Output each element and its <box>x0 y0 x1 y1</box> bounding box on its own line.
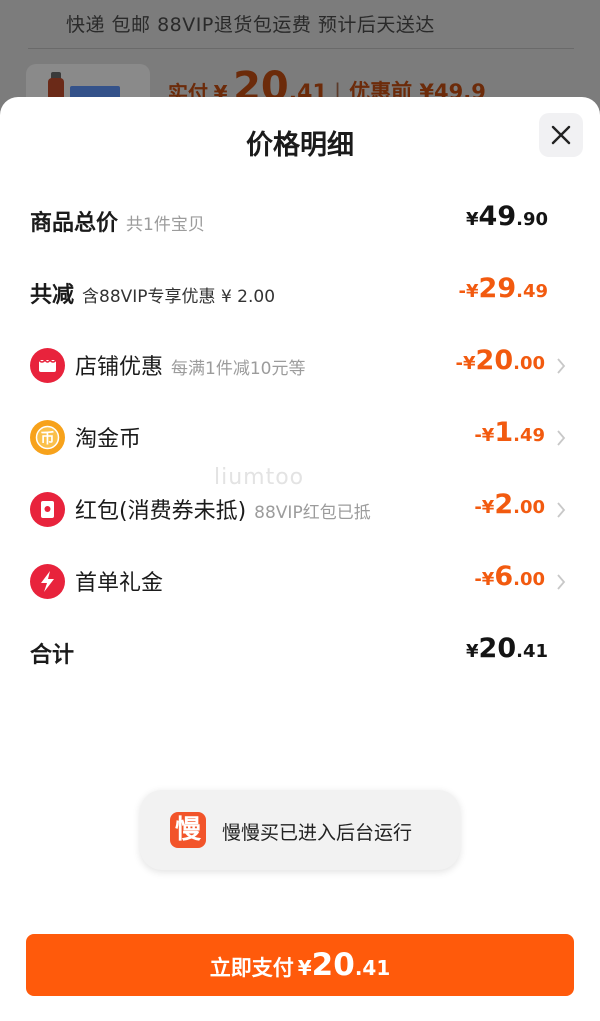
row-title: 淘金币 <box>75 421 149 453</box>
row-taojinbi[interactable]: 币 淘金币 -¥1.49 <box>0 413 600 463</box>
chevron-right-icon <box>557 430 566 446</box>
row-amount: -¥6.00 <box>474 561 545 592</box>
amount-int: 6 <box>494 561 514 592</box>
amount-int: 1 <box>494 417 514 448</box>
background-running-toast: 慢 慢慢买已进入后台运行 <box>140 790 460 870</box>
row-title: 首单礼金 <box>75 565 171 597</box>
row-red-packet[interactable]: 红包(消费券未抵) 88VIP红包已抵 -¥2.00 <box>0 485 600 535</box>
currency: -¥ <box>455 353 476 374</box>
amount-dec: .90 <box>516 209 548 230</box>
amount-int: 20 <box>475 345 514 376</box>
currency: -¥ <box>458 281 479 302</box>
pay-now-button[interactable]: 立即支付 ¥20.41 <box>26 934 574 996</box>
row-title-text: 淘金币 <box>75 427 142 452</box>
row-grand-total: 合计 ¥20.41 <box>0 629 600 679</box>
row-shop-discount[interactable]: 店铺优惠 每满1件减10元等 -¥20.00 <box>0 341 600 391</box>
toast-message: 慢慢买已进入后台运行 <box>222 822 413 844</box>
row-title: 红包(消费券未抵) 88VIP红包已抵 <box>75 493 371 525</box>
amount-int: 29 <box>478 273 517 304</box>
amount-dec: .49 <box>513 425 545 446</box>
row-sub: 共1件宝贝 <box>126 215 205 235</box>
currency: ¥ <box>466 209 479 230</box>
lightning-icon <box>30 564 65 599</box>
amount-dec: .00 <box>513 497 545 518</box>
row-title: 共减 含88VIP专享优惠 ¥ 2.00 <box>30 277 275 309</box>
amount-int: 49 <box>478 201 517 232</box>
row-title: 商品总价 共1件宝贝 <box>30 205 205 237</box>
row-title-text: 共减 <box>30 283 75 308</box>
row-amount: -¥1.49 <box>474 417 545 448</box>
red-packet-icon <box>30 492 65 527</box>
manmanmai-app-icon: 慢 <box>170 812 206 848</box>
chevron-right-icon <box>557 358 566 374</box>
currency: ¥ <box>466 641 479 662</box>
chevron-right-icon <box>557 574 566 590</box>
amount-dec: .49 <box>516 281 548 302</box>
amount-int: 2 <box>494 489 514 520</box>
amount-dec: .00 <box>513 353 545 374</box>
amount-dec: .00 <box>513 569 545 590</box>
row-title-text: 合计 <box>30 643 75 668</box>
shipping-info: 快递 包邮 88VIP退货包运费 预计后天送达 <box>66 14 435 36</box>
svg-text:币: 币 <box>41 431 55 447</box>
pay-button-int: 20 <box>311 947 355 983</box>
row-title-text: 红包(消费券未抵) <box>75 499 247 524</box>
row-amount: -¥20.00 <box>456 345 545 376</box>
pay-button-currency: ¥ <box>297 956 312 980</box>
row-title-text: 商品总价 <box>30 211 119 236</box>
sheet-title: 价格明细 <box>246 130 354 161</box>
row-sub: 含88VIP专享优惠 ¥ 2.00 <box>82 287 276 307</box>
row-title-text: 店铺优惠 <box>75 355 164 380</box>
shop-icon <box>30 348 65 383</box>
chevron-right-icon <box>557 502 566 518</box>
row-title-text: 首单礼金 <box>75 571 164 596</box>
amount-int: 20 <box>478 633 517 664</box>
currency: -¥ <box>474 569 495 590</box>
pay-button-dec: .41 <box>354 956 391 980</box>
row-title: 合计 <box>30 637 82 669</box>
amount-dec: .41 <box>516 641 548 662</box>
coin-icon: 币 <box>30 420 65 455</box>
row-amount: -¥29.49 <box>459 273 548 304</box>
row-total-goods: 商品总价 共1件宝贝 ¥49.90 <box>0 197 600 247</box>
price-detail-sheet: 价格明细 商品总价 共1件宝贝 ¥49.90 共减 含88VIP专享优惠 ¥ 2.0… <box>0 97 600 1021</box>
watermark: liumtoo <box>214 465 305 490</box>
row-sub: 每满1件减10元等 <box>171 359 306 379</box>
pay-button-label: 立即支付 <box>209 956 294 980</box>
currency: -¥ <box>474 425 495 446</box>
divider <box>28 48 574 49</box>
row-title: 店铺优惠 每满1件减10元等 <box>75 349 305 381</box>
row-amount: ¥20.41 <box>466 633 548 664</box>
row-amount: ¥49.90 <box>466 201 548 232</box>
row-total-discount: 共减 含88VIP专享优惠 ¥ 2.00 -¥29.49 <box>0 269 600 319</box>
row-sub: 88VIP红包已抵 <box>254 503 371 523</box>
currency: -¥ <box>474 497 495 518</box>
row-amount: -¥2.00 <box>474 489 545 520</box>
close-icon <box>551 125 571 145</box>
row-first-order-gift[interactable]: 首单礼金 -¥6.00 <box>0 557 600 607</box>
close-button[interactable] <box>539 113 583 157</box>
